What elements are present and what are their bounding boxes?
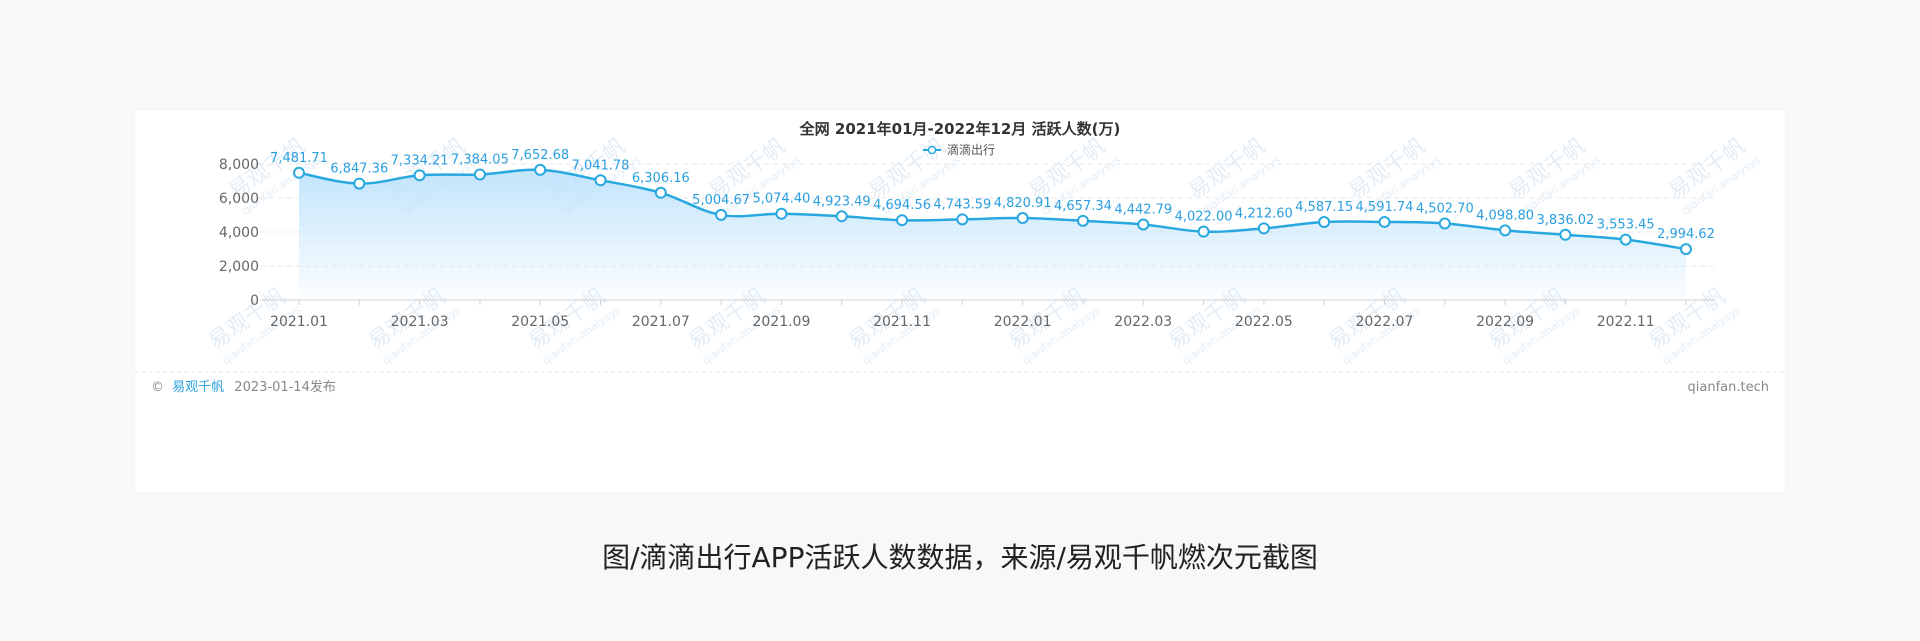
x-tick-label: 2021.05 [511,314,569,330]
data-label: 6,306.16 [632,171,690,186]
data-label: 4,502.70 [1416,201,1474,216]
data-point [1378,215,1391,228]
plot-area: 7,481.716,847.367,334.21 7,384.05 7,652.68… [270,148,1715,300]
data-label: 4,657.34 [1054,199,1112,214]
x-tick-label: 2021.11 [873,314,931,330]
data-point [896,214,909,227]
data-point [1438,217,1451,230]
data-point [1559,228,1572,241]
data-point [1076,214,1089,227]
data-point [1499,224,1512,237]
data-point [534,163,547,176]
data-label: 7,384.05 [451,152,509,167]
data-label: 4,442.79 [1114,202,1172,217]
data-point [1016,212,1029,225]
data-label: 4,098.80 [1476,208,1534,223]
data-label: 4,820.91 [994,196,1052,211]
x-tick-label: 2022.07 [1356,314,1414,330]
chart-card: 易观千帆qianfan.analysys 易观千帆qianfan.analysys… [135,110,1785,492]
x-tick-label: 2022.03 [1114,314,1172,330]
y-tick-label: 0 [250,293,259,309]
data-label: 4,694.56 [873,198,931,213]
data-point [1680,243,1692,256]
footer-credit: © 易观千帆 2023-01-14发布 [151,379,336,395]
data-label: 7,481.71 [270,151,328,166]
x-tick-label: 2021.01 [270,314,328,330]
legend-marker [927,145,937,155]
data-point [775,207,788,220]
data-label: 4,022.00 [1175,210,1233,225]
y-tick-label: 2,000 [219,259,259,275]
data-point [956,213,969,226]
legend-label: 滴滴出行 [947,142,995,157]
footer-site[interactable]: qianfan.tech [1688,380,1769,395]
x-tick-label: 2022.01 [994,314,1052,330]
watermark: 易观千帆qianfan.analysys [1664,134,1763,217]
x-tick-label: 2021.03 [391,314,449,330]
footer-date: 2023-01-14发布 [234,379,336,395]
data-point [293,166,305,179]
data-point [654,186,667,199]
x-tick-label: 2022.09 [1476,314,1534,330]
data-point [594,174,607,187]
footer-brand: 易观千帆 [172,380,224,395]
data-label: 7,652.68 [511,148,569,163]
data-label: 5,004.67 [692,193,750,208]
data-point [1197,225,1210,238]
y-tick-label: 4,000 [219,225,259,241]
data-label: 7,041.78 [572,158,630,173]
data-label: 4,587.15 [1295,200,1353,215]
x-tick-label: 2022.05 [1235,314,1293,330]
data-point [835,210,848,223]
data-label: 4,923.49 [813,194,871,209]
x-tick-label: 2021.07 [632,314,690,330]
chart-svg: 易观千帆qianfan.analysys 易观千帆qianfan.analysys… [135,120,1785,395]
data-label: 5,074.40 [752,192,810,207]
data-point [1318,216,1331,229]
image-caption: 图/滴滴出行APP活跃人数数据，来源/易观千帆燃次元截图 [602,541,1318,574]
series-area [299,169,1686,300]
x-tick-label: 2022.11 [1597,314,1655,330]
data-point [715,208,728,221]
data-label: 4,591.74 [1356,200,1414,215]
data-label: 4,212.60 [1235,206,1293,221]
data-label: 6,847.36 [330,162,388,177]
data-label: 7,334.21 [391,153,449,168]
watermark: 易观千帆qianfan.analysys [1504,134,1603,217]
data-point [1619,233,1632,246]
x-axis: 2021.01 2021.03 2021.05 2021.07 2021.09 2021.… [270,300,1687,330]
data-point [1257,222,1270,235]
data-point [353,177,366,190]
data-point [413,169,426,182]
x-tick-label: 2021.09 [752,314,810,330]
y-tick-label: 6,000 [219,191,259,207]
data-point [1137,218,1150,231]
data-label: 3,553.45 [1597,218,1655,233]
watermark: 易观千帆qianfan.analysys [1184,134,1283,217]
data-label: 2,994.62 [1657,227,1715,242]
data-label: 3,836.02 [1536,213,1594,228]
y-tick-label: 8,000 [219,157,259,173]
chart-title: 全网 2021年01月-2022年12月 活跃人数(万) [799,120,1121,138]
data-point [473,168,486,181]
data-label: 4,743.59 [933,197,991,212]
copyright-symbol: © [151,380,164,395]
